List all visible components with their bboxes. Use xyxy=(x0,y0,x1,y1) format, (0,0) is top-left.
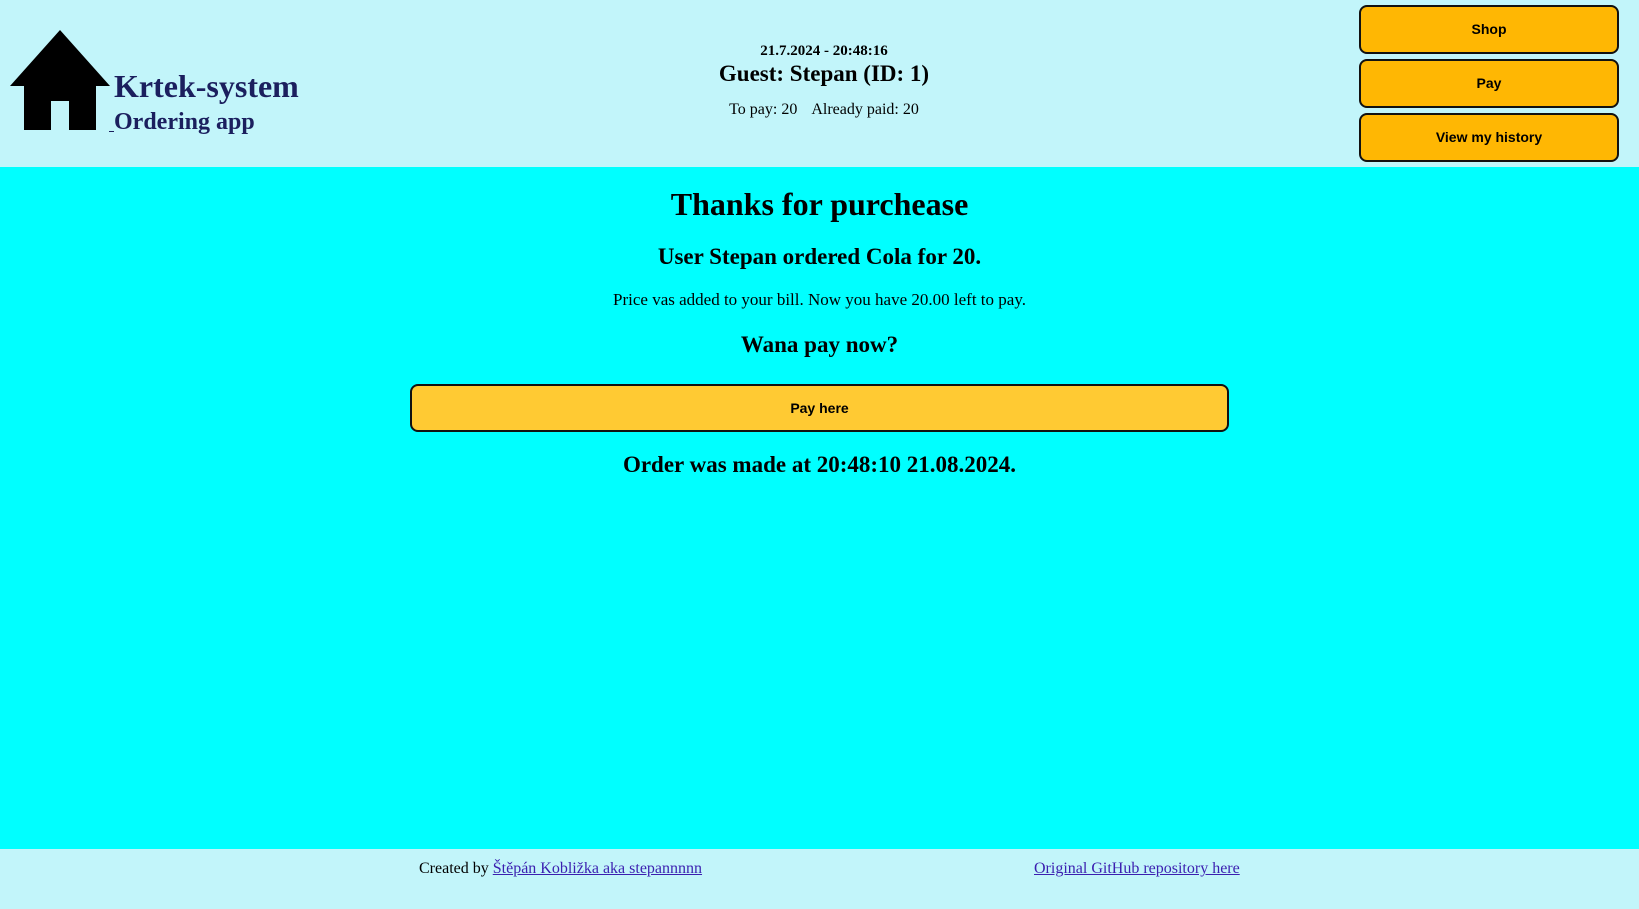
pay-here-button[interactable]: Pay here xyxy=(410,384,1229,432)
view-history-button[interactable]: View my history xyxy=(1359,113,1619,162)
header: Krtek-system Ordering app 21.7.2024 - 20… xyxy=(0,0,1639,167)
brand-title: Krtek-system xyxy=(114,68,299,104)
session-info: 21.7.2024 - 20:48:16 Guest: Stepan (ID: … xyxy=(624,42,1024,119)
shop-button[interactable]: Shop xyxy=(1359,5,1619,54)
already-paid-amount: Already paid: 20 xyxy=(811,101,919,118)
brand-subtitle: Ordering app xyxy=(114,109,255,135)
balance-summary: To pay: 20 Already paid: 20 xyxy=(624,101,1024,119)
nav-menu: Shop Pay View my history xyxy=(1359,5,1619,167)
home-icon[interactable] xyxy=(10,30,110,132)
github-repo-link[interactable]: Original GitHub repository here xyxy=(1034,860,1240,877)
footer-credit: Created by Štěpán Kobližka aka stepannnn… xyxy=(419,860,702,878)
footer: Created by Štěpán Kobližka aka stepannnn… xyxy=(0,849,1639,909)
main-content: Thanks for purchease User Stepan ordered… xyxy=(0,167,1639,849)
footer-repo: Original GitHub repository here xyxy=(1034,860,1240,878)
pay-button[interactable]: Pay xyxy=(1359,59,1619,108)
created-by-label: Created by xyxy=(419,860,489,877)
guest-name: Guest: Stepan (ID: 1) xyxy=(718,61,930,86)
pay-prompt: Wana pay now? xyxy=(740,332,899,357)
order-timestamp: Order was made at 20:48:10 21.08.2024. xyxy=(622,452,1017,477)
bill-note: Price vas added to your bill. Now you ha… xyxy=(613,290,1026,309)
current-datetime: 21.7.2024 - 20:48:16 xyxy=(760,43,888,59)
order-summary: User Stepan ordered Cola for 20. xyxy=(657,244,982,269)
page-title: Thanks for purchease xyxy=(670,186,969,222)
author-link[interactable]: Štěpán Kobližka aka stepannnnn xyxy=(493,860,702,877)
to-pay-amount: To pay: 20 xyxy=(729,101,798,118)
